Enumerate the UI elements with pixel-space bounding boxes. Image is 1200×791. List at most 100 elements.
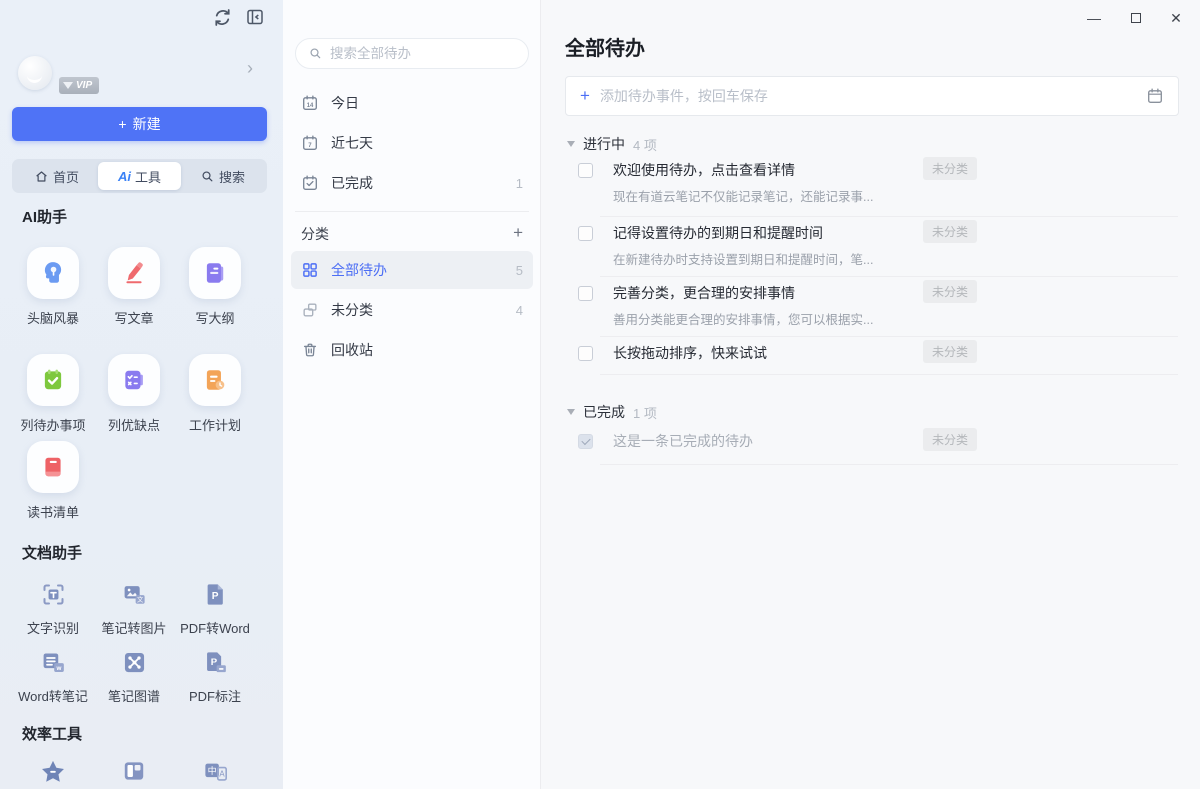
ai-tool-work-plan[interactable]: 工作计划 xyxy=(175,354,255,434)
section-heading-doc: 文档助手 xyxy=(22,545,83,562)
uncategorized-icon xyxy=(303,303,317,317)
doc-tool-pdf-annotate[interactable]: P PDF标注 xyxy=(170,649,260,705)
trash-icon xyxy=(303,343,317,357)
pdf-annotate-icon: P xyxy=(206,652,226,673)
checkbox[interactable] xyxy=(578,225,593,241)
eff-tool-kanban[interactable] xyxy=(94,758,174,789)
calendar-today-icon: 14 xyxy=(303,95,317,110)
doc-tool-word-to-note[interactable]: w Word转笔记 xyxy=(8,649,98,705)
add-todo-box[interactable]: + xyxy=(565,76,1179,116)
doc-tool-pdf-to-word[interactable]: P PDF转Word xyxy=(170,581,260,637)
plus-icon: + xyxy=(580,86,590,105)
category-trash[interactable]: 回收站 xyxy=(291,331,533,369)
todo-title[interactable]: 这是一条已完成的待办 xyxy=(613,431,753,451)
todo-row-completed[interactable]: 这是一条已完成的待办 未分类 xyxy=(578,428,1178,453)
grid-icon xyxy=(303,263,317,277)
checkbox[interactable] xyxy=(578,285,593,301)
doc-tool-label: PDF标注 xyxy=(188,689,241,704)
search-icon xyxy=(202,170,213,181)
todo-title[interactable]: 长按拖动排序，快来试试 xyxy=(613,343,767,363)
todo-lists-panel: 14 今日 7 近七天 已完成 1 分类 + 全部待办 5 xyxy=(283,0,541,789)
todo-tag-badge: 未分类 xyxy=(923,220,978,243)
todo-row[interactable]: 记得设置待办的到期日和提醒时间 未分类 xyxy=(578,220,1178,245)
checkbox[interactable] xyxy=(578,162,593,178)
category-uncategorized[interactable]: 未分类 4 xyxy=(291,291,533,329)
maximize-button[interactable] xyxy=(1124,6,1148,30)
tab-home[interactable]: 首页 xyxy=(15,162,98,190)
ai-tool-brainstorm[interactable]: 头脑风暴 xyxy=(13,247,93,327)
search-input[interactable] xyxy=(330,46,490,61)
add-todo-input[interactable] xyxy=(599,88,1136,104)
doc-tool-note-graph[interactable]: 笔记图谱 xyxy=(89,649,179,705)
category-all-todos[interactable]: 全部待办 5 xyxy=(291,251,533,289)
ai-tool-todo-list[interactable]: 列待办事项 xyxy=(13,354,93,434)
close-button[interactable]: ✕ xyxy=(1164,6,1188,30)
calendar-picker-icon[interactable] xyxy=(1146,87,1164,105)
todo-subtitle: 在新建待办时支持设置到期日和提醒时间，笔... xyxy=(613,253,874,267)
ai-tool-label: 头脑风暴 xyxy=(26,311,79,326)
add-category-button[interactable]: + xyxy=(513,224,523,244)
word-to-note-icon: w xyxy=(43,653,64,672)
ai-tool-pros-cons[interactable]: 列优缺点 xyxy=(94,354,174,434)
sync-icon[interactable] xyxy=(212,7,234,29)
tab-ai-label: 工具 xyxy=(134,169,161,185)
ai-tool-write-outline[interactable]: 写大纲 xyxy=(175,247,255,327)
todo-search-box[interactable] xyxy=(295,38,529,69)
book-icon xyxy=(45,457,61,477)
user-avatar[interactable] xyxy=(18,56,52,90)
divider xyxy=(600,276,1178,277)
section-in-progress[interactable]: 进行中 4 项 xyxy=(567,134,657,154)
category-header-label: 分类 xyxy=(301,226,329,242)
pdf-to-word-icon: P xyxy=(207,584,223,605)
smart-list-label: 今日 xyxy=(331,95,359,111)
category-count: 4 xyxy=(515,302,523,318)
todo-title[interactable]: 记得设置待办的到期日和提醒时间 xyxy=(613,223,823,243)
section-name: 已完成 xyxy=(583,404,625,420)
tab-search[interactable]: 搜索 xyxy=(181,162,264,190)
ai-tool-label: 工作计划 xyxy=(188,418,241,433)
doc-tool-note-to-image[interactable]: 文 笔记转图片 xyxy=(89,581,179,637)
chevron-right-icon[interactable]: › xyxy=(247,58,253,79)
todo-subtitle: 善用分类能更合理的安排事情，您可以根据实... xyxy=(613,313,874,327)
doc-tool-ocr[interactable]: 文字识别 xyxy=(8,581,98,637)
category-header: 分类 + xyxy=(301,224,523,244)
smart-list-today[interactable]: 14 今日 xyxy=(291,84,533,122)
pencil-icon xyxy=(126,262,143,284)
eff-tool-favorites[interactable] xyxy=(13,758,93,791)
minimize-button[interactable]: — xyxy=(1082,6,1106,30)
search-icon xyxy=(310,48,321,59)
collapse-sidebar-icon[interactable] xyxy=(245,7,267,29)
eff-tool-translate[interactable]: 中 A xyxy=(175,758,255,790)
category-label: 全部待办 xyxy=(331,262,387,278)
svg-text:P: P xyxy=(211,591,218,602)
smart-list-completed[interactable]: 已完成 1 xyxy=(291,164,533,202)
translate-icon: 中 A xyxy=(204,763,227,781)
todo-detail-panel: — ✕ 全部待办 + 进行中 4 项 欢迎使用待办，点击查看详情 未分类 现在有… xyxy=(541,0,1200,789)
brainstorm-icon xyxy=(44,262,62,283)
todo-row[interactable]: 长按拖动排序，快来试试 未分类 xyxy=(578,340,1178,365)
todo-check-icon xyxy=(44,369,62,390)
todo-title[interactable]: 完善分类，更合理的安排事情 xyxy=(613,283,795,303)
todo-title[interactable]: 欢迎使用待办，点击查看详情 xyxy=(613,160,795,180)
tab-ai-tools[interactable]: Ai 工具 xyxy=(98,162,181,190)
todo-row[interactable]: 完善分类，更合理的安排事情 未分类 xyxy=(578,280,1178,305)
ai-tool-reading-list[interactable]: 读书清单 xyxy=(13,441,93,521)
svg-text:14: 14 xyxy=(307,103,314,109)
vip-shield-icon xyxy=(63,82,73,89)
home-icon xyxy=(36,170,47,182)
todo-row[interactable]: 欢迎使用待办，点击查看详情 未分类 xyxy=(578,157,1178,182)
section-completed[interactable]: 已完成 1 项 xyxy=(567,402,657,422)
kanban-icon xyxy=(124,762,144,780)
ai-tool-write-article[interactable]: 写文章 xyxy=(94,247,174,327)
checkbox-checked[interactable] xyxy=(578,433,593,449)
checkbox[interactable] xyxy=(578,345,593,361)
vip-badge[interactable]: VIP xyxy=(59,77,100,94)
ai-logo-icon: Ai xyxy=(117,168,131,184)
svg-text:7: 7 xyxy=(308,142,312,149)
doc-tool-label: PDF转Word xyxy=(180,621,250,636)
note-graph-icon xyxy=(124,652,144,673)
smart-list-week[interactable]: 7 近七天 xyxy=(291,124,533,162)
divider xyxy=(600,374,1178,375)
maximize-icon xyxy=(1131,13,1141,23)
new-note-button[interactable]: + 新建 xyxy=(12,107,267,141)
